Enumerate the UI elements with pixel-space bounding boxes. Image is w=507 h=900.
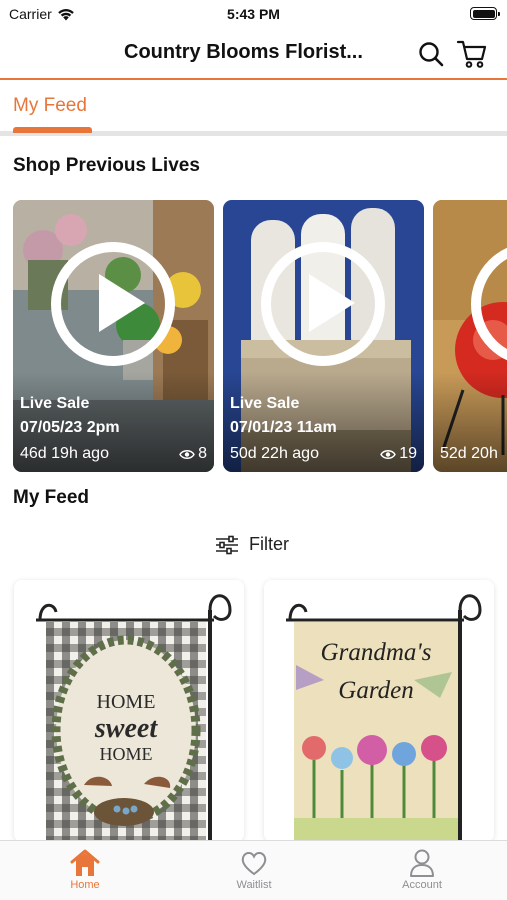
tab-waitlist[interactable]: Waitlist [214, 847, 294, 891]
person-icon [410, 849, 434, 877]
status-time: 5:43 PM [227, 6, 280, 22]
heart-icon [241, 852, 267, 876]
flag-text: sweet [94, 713, 158, 744]
bottom-tab-bar: Home Waitlist Account [0, 840, 507, 900]
feed-heading: My Feed [13, 487, 90, 508]
view-count-value: 8 [198, 445, 207, 462]
tab-my-feed[interactable]: My Feed [13, 95, 87, 117]
flag-text: HOME [100, 744, 153, 764]
live-sale-label: Live Sale [230, 395, 300, 412]
view-count-value: 19 [399, 445, 417, 462]
product-card[interactable]: Grandma's Garden [264, 580, 494, 842]
live-sale-card[interactable]: Live Sale 07/05/23 2pm 46d 19h ago 8 [13, 200, 214, 472]
live-sale-label: Live Sale [20, 395, 90, 412]
flag-text: Garden [338, 677, 413, 704]
live-sale-card[interactable]: Live Sale 07/01/23 11am 50d 22h ago 19 [223, 200, 424, 472]
live-sale-age: 46d 19h ago [20, 445, 109, 462]
tab-active-indicator [13, 127, 92, 133]
play-icon[interactable] [51, 242, 175, 366]
previous-lives-heading: Shop Previous Lives [13, 155, 200, 176]
live-sale-card[interactable]: 52d 20h [433, 200, 507, 472]
sliders-icon [216, 535, 238, 554]
live-sale-age: 52d 20h [440, 445, 498, 462]
live-sale-age: 50d 22h ago [230, 445, 319, 462]
tab-home[interactable]: Home [45, 847, 125, 891]
search-button[interactable] [415, 38, 447, 70]
cart-icon [456, 40, 487, 68]
eye-icon [179, 449, 195, 459]
status-bar: Carrier 5:43 PM [0, 0, 507, 30]
flag-text: Grandma's [321, 639, 432, 666]
page-title: Country Blooms Florist... [124, 41, 363, 63]
tab-account[interactable]: Account [382, 847, 462, 891]
previous-lives-carousel[interactable]: Live Sale 07/05/23 2pm 46d 19h ago 8 Liv… [13, 200, 507, 472]
feed-tab-bar: My Feed [0, 82, 507, 136]
live-sale-date: 07/01/23 11am [230, 419, 337, 436]
flag-text: HOME [97, 691, 156, 713]
play-icon[interactable] [261, 242, 385, 366]
navigation-bar: Country Blooms Florist... [0, 30, 507, 80]
view-count: 19 [380, 445, 417, 463]
tab-account-label: Account [402, 879, 442, 891]
view-count: 8 [179, 445, 207, 463]
product-image: HOME sweet HOME [36, 594, 232, 842]
filter-label: Filter [249, 534, 289, 554]
cart-button[interactable] [456, 38, 488, 70]
live-sale-date: 07/05/23 2pm [20, 419, 120, 436]
eye-icon [380, 449, 397, 459]
home-icon [70, 849, 100, 876]
product-image: Grandma's Garden [286, 594, 482, 842]
product-card[interactable]: HOME sweet HOME [14, 580, 244, 842]
battery-icon [470, 7, 500, 20]
filter-button[interactable]: Filter [215, 534, 289, 555]
tab-waitlist-label: Waitlist [236, 879, 272, 891]
search-icon [419, 42, 444, 67]
tab-home-label: Home [70, 879, 100, 891]
